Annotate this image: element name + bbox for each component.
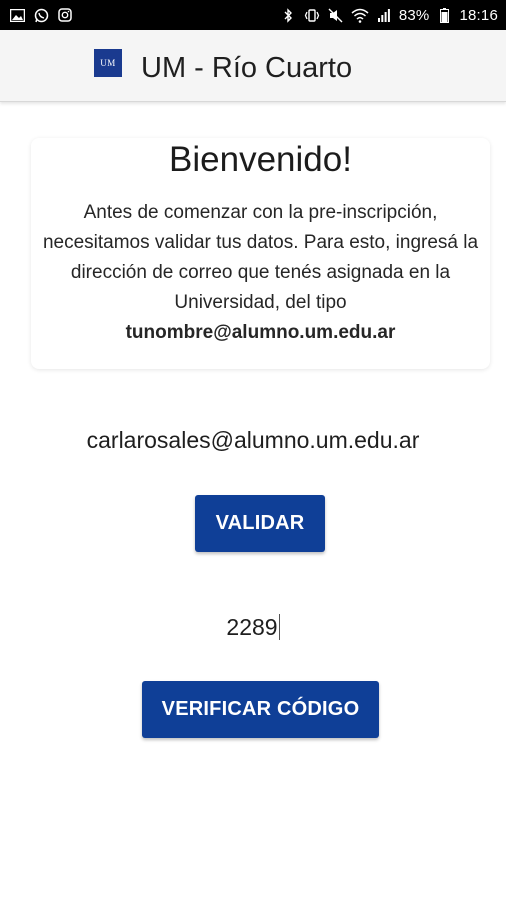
image-icon (8, 6, 26, 24)
validate-button[interactable]: VALIDAR (195, 495, 325, 552)
um-logo: UM (94, 49, 122, 77)
vibrate-icon (303, 6, 321, 24)
signal-icon (375, 6, 393, 24)
welcome-title: Bienvenido! (169, 140, 352, 179)
verification-code-field[interactable]: 2289 (0, 614, 506, 641)
status-bar: 83% 18:16 (0, 0, 506, 30)
battery-icon (435, 6, 453, 24)
email-format-example: tunombre@alumno.um.edu.ar (125, 322, 396, 343)
whatsapp-icon (32, 6, 50, 24)
battery-percentage: 83% (398, 6, 430, 24)
verification-code-value: 2289 (226, 614, 278, 640)
text-cursor (278, 614, 280, 640)
welcome-instructions: Antes de comenzar con la pre-inscripción… (42, 202, 479, 313)
mute-icon (327, 6, 345, 24)
email-field[interactable]: carlarosales@alumno.um.edu.ar (0, 427, 506, 454)
bluetooth-icon (279, 6, 297, 24)
status-bar-right: 83% 18:16 (279, 6, 498, 24)
welcome-card: Bienvenido! Antes de comenzar con la pre… (31, 138, 490, 369)
instagram-icon (56, 6, 74, 24)
welcome-text: Antes de comenzar con la pre-inscripción… (41, 198, 480, 348)
app-bar: UM UM - Río Cuarto (0, 30, 506, 102)
clock: 18:16 (459, 6, 498, 24)
app-title: UM - Río Cuarto (141, 52, 353, 84)
status-bar-left (8, 6, 74, 24)
wifi-icon (351, 6, 369, 24)
logo-text: UM (100, 58, 116, 68)
verify-code-button[interactable]: VERIFICAR CÓDIGO (142, 681, 379, 738)
